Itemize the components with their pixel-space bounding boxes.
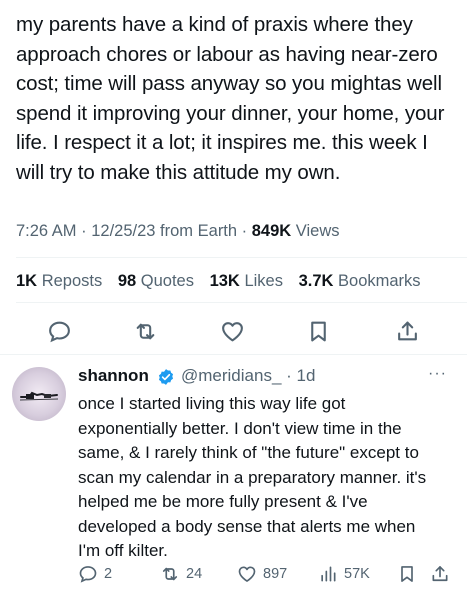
reply-icon: [79, 566, 97, 583]
reply-bookmark-button[interactable]: [397, 562, 423, 586]
reply-share-button[interactable]: [430, 562, 456, 586]
views-label: Views: [295, 222, 340, 240]
repost-icon: [136, 323, 154, 339]
repost-button[interactable]: [130, 316, 160, 346]
reply-author-name[interactable]: shannon: [78, 366, 149, 386]
verified-badge-icon: [158, 369, 174, 385]
divider: [0, 354, 467, 355]
reposts-stat[interactable]: 1K Reposts: [16, 272, 102, 290]
avatar-image-icon: [19, 391, 59, 401]
avatar[interactable]: [12, 367, 66, 421]
reply-handle[interactable]: @meridians_: [181, 366, 281, 385]
bookmarks-stat[interactable]: 3.7K Bookmarks: [299, 272, 421, 290]
reply-button[interactable]: [44, 316, 74, 346]
share-icon: [432, 566, 448, 582]
share-button[interactable]: [392, 316, 422, 346]
bookmark-button[interactable]: [303, 316, 333, 346]
reply-handle-meta: @meridians_ · 1d: [181, 366, 316, 385]
reply-count: 2: [104, 566, 113, 582]
tweet-stats: 1K Reposts 98 Quotes 13K Likes 3.7K Book…: [16, 272, 432, 291]
reply-age[interactable]: 1d: [297, 366, 316, 385]
views-chart-icon: [321, 566, 336, 582]
divider: [16, 257, 467, 258]
like-icon: [221, 321, 243, 341]
like-count: 897: [263, 566, 288, 582]
tweet-date[interactable]: 12/25/23: [91, 222, 155, 240]
views-count: 57K: [344, 566, 370, 582]
bookmark-icon: [401, 566, 413, 582]
likes-stat[interactable]: 13K Likes: [210, 272, 283, 290]
reply-views-button[interactable]: 57K: [318, 562, 370, 586]
like-icon: [238, 566, 256, 582]
tweet-time[interactable]: 7:26 AM: [16, 222, 77, 240]
repost-icon: [162, 567, 178, 581]
reply-repost-button[interactable]: 24: [160, 562, 202, 586]
reply-like-button[interactable]: 897: [237, 562, 287, 586]
views-count: 849K: [251, 222, 292, 240]
repost-count: 24: [186, 566, 203, 582]
reply-text: once I started living this way life got …: [78, 394, 427, 560]
more-options-icon[interactable]: ···: [428, 365, 447, 383]
share-icon: [397, 321, 417, 340]
tweet-source: from Earth: [160, 222, 238, 240]
like-button[interactable]: [217, 316, 247, 346]
divider: [16, 302, 467, 303]
bookmark-icon: [310, 321, 326, 341]
tweet-meta: 7:26 AM · 12/25/23 from Earth · 849K Vie…: [16, 222, 340, 240]
reply-icon: [48, 321, 70, 342]
quotes-stat[interactable]: 98 Quotes: [118, 272, 194, 290]
tweet-actions: [0, 316, 467, 348]
tweet-text: my parents have a kind of praxis where t…: [16, 13, 445, 184]
reply-reply-button[interactable]: 2: [78, 562, 112, 586]
